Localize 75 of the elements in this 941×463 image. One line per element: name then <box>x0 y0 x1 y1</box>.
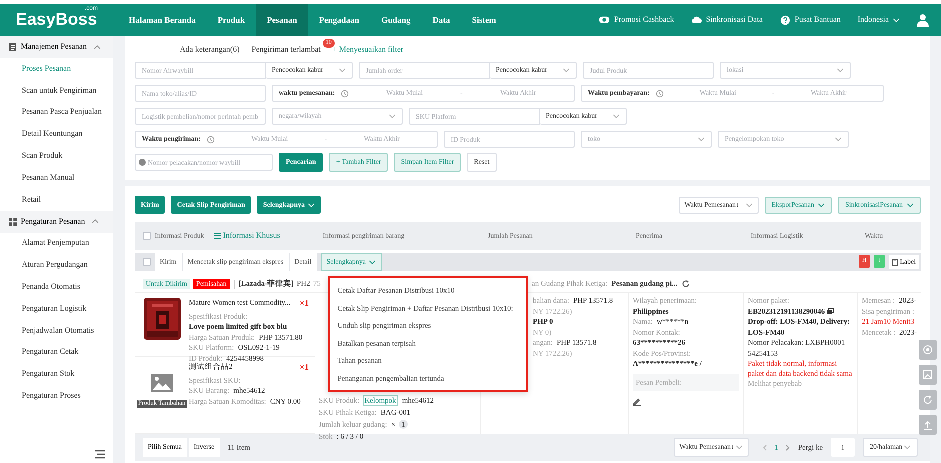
caret-icon <box>698 137 705 142</box>
image-placeholder-icon <box>151 374 173 392</box>
grid-icon <box>9 218 17 226</box>
caret-icon <box>818 202 826 208</box>
sidebar-item[interactable]: Pengaturan Logistik <box>0 298 113 320</box>
sidebar-item[interactable]: Pengaturan Cetak <box>0 342 113 364</box>
sidebar-item[interactable]: Scan Produk <box>0 145 113 167</box>
refresh-icon[interactable] <box>682 280 690 288</box>
nav-tab[interactable]: Pengadaan <box>308 4 370 36</box>
sidebar-item[interactable]: Pengaturan Stok <box>0 363 113 386</box>
sidebar-item[interactable]: Pesanan Manual <box>0 166 113 189</box>
list-icon <box>214 233 222 239</box>
sidebar-item[interactable]: Pesanan Pasca Penjualan <box>0 102 113 124</box>
nav-tab[interactable]: Pesanan <box>256 4 308 36</box>
caret-icon <box>746 202 753 208</box>
refresh-icon <box>923 395 933 405</box>
nav-tab[interactable]: Data <box>422 4 462 36</box>
tool-button[interactable] <box>919 390 937 410</box>
sidebar-item[interactable]: Alamat Penjemputan <box>0 232 113 254</box>
sidebar-item[interactable]: Pengaturan Proses <box>0 385 113 407</box>
quick-filter[interactable]: Ada keterangan(6) <box>180 44 240 54</box>
caret-icon <box>613 114 620 119</box>
help-icon <box>780 14 791 26</box>
tool-button[interactable] <box>919 365 937 385</box>
sidebar-item[interactable]: Retail <box>0 188 113 211</box>
sidebar-group[interactable]: Manajemen Pesanan <box>0 36 113 58</box>
caret-icon <box>339 68 346 73</box>
clock-icon <box>206 136 215 144</box>
special-info-link[interactable]: Informasi Khusus <box>208 231 280 241</box>
customize-filter-link[interactable]: + Menyesuaikan filter <box>332 44 404 54</box>
cloud-icon <box>691 14 702 26</box>
nav-tab[interactable]: Sistem <box>461 4 508 36</box>
sidebar-item[interactable]: Detail Keuntungan <box>0 123 113 146</box>
sidebar-item[interactable]: Scan untuk Pengiriman <box>0 80 113 102</box>
caret-icon <box>907 202 914 208</box>
support-icon <box>923 345 933 355</box>
caret-icon <box>893 18 900 22</box>
caret-icon <box>904 445 912 450</box>
header-link[interactable]: Promosi Cashback <box>599 14 674 26</box>
caret-icon <box>837 68 844 73</box>
sidebar-item[interactable]: Penanda Otomatis <box>0 276 113 298</box>
upload-icon <box>923 420 933 430</box>
prev-page-icon <box>762 444 767 450</box>
logo: EasyBoss <box>16 10 98 31</box>
edit-icon <box>633 398 641 406</box>
caret-icon <box>835 137 842 142</box>
nav-tab[interactable]: Gudang <box>370 4 422 36</box>
language-select[interactable]: Indonesia <box>858 15 900 25</box>
quantity-text: ×1 <box>300 362 309 373</box>
caret-icon <box>389 114 396 119</box>
header-link[interactable]: Sinkronisasi Data <box>691 14 763 26</box>
next-page-icon[interactable] <box>786 444 790 450</box>
sidebar-group[interactable]: Pengaturan Pesanan <box>0 210 113 233</box>
image-icon <box>923 370 933 380</box>
tool-button[interactable] <box>919 415 937 435</box>
document-icon <box>9 42 17 52</box>
nav-tab[interactable]: Halaman Beranda <box>118 4 207 36</box>
user-icon <box>917 14 929 26</box>
sidebar-item[interactable]: Proses Pesanan <box>0 58 113 80</box>
checkbox[interactable] <box>143 258 151 266</box>
nav-tab[interactable]: Produk <box>206 4 256 36</box>
checkbox[interactable] <box>143 232 151 240</box>
sidebar-item[interactable]: Aturan Pergudangan <box>0 254 113 276</box>
clock-icon <box>656 90 664 98</box>
caret-icon <box>736 445 743 450</box>
menu-icon[interactable] <box>95 450 105 459</box>
tool-button[interactable] <box>919 340 937 360</box>
header-link[interactable]: Pusat Bantuan <box>780 14 841 26</box>
caret-icon <box>563 68 570 73</box>
copy-icon[interactable] <box>827 308 834 316</box>
cashback-icon <box>599 14 610 26</box>
quantity-text: ×1 <box>300 298 309 309</box>
clock-icon <box>341 90 350 98</box>
sidebar-item[interactable]: Penjadwalan Otomatis <box>0 320 113 342</box>
clipboard-icon <box>892 258 898 266</box>
